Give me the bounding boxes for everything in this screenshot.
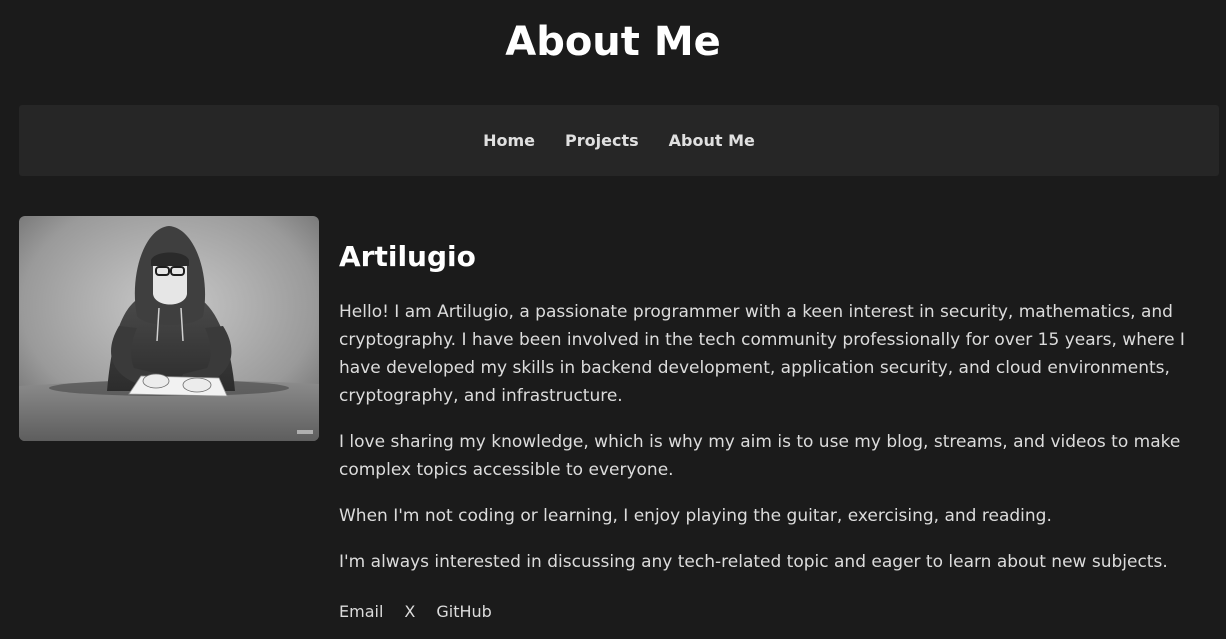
github-link[interactable]: GitHub — [436, 602, 491, 621]
email-link[interactable]: Email — [339, 602, 383, 621]
page-title: About Me — [505, 19, 721, 65]
hooded-programmer-illustration — [19, 216, 319, 441]
profile-illustration — [19, 216, 319, 441]
bio-paragraph-intro: Hello! I am Artilugio, a passionate prog… — [339, 302, 1185, 406]
x-link[interactable]: X — [404, 602, 415, 621]
nav-link-about-me[interactable]: About Me — [669, 131, 755, 150]
nav-link-projects[interactable]: Projects — [565, 131, 639, 150]
social-links: Email X GitHub — [339, 602, 1219, 621]
bio-paragraph-interests: I'm always interested in discussing any … — [339, 552, 1168, 572]
nav-link-home[interactable]: Home — [483, 131, 535, 150]
main-navbar: Home Projects About Me — [19, 105, 1219, 176]
bio-paragraph-sharing: I love sharing my knowledge, which is wh… — [339, 432, 1181, 480]
bio-paragraph-hobbies: When I'm not coding or learning, I enjoy… — [339, 506, 1052, 526]
about-content: Artilugio Hello! I am Artilugio, a passi… — [339, 236, 1219, 621]
profile-name: Artilugio — [339, 240, 476, 273]
